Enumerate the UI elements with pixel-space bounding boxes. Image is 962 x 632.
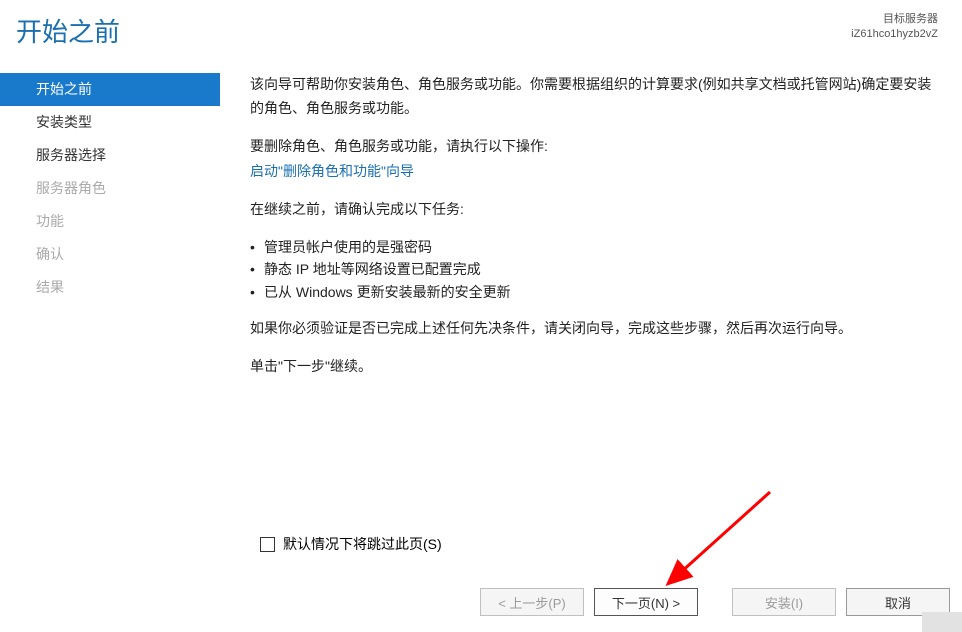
sidebar-item-confirm: 确认 <box>0 238 220 271</box>
skip-page-label: 默认情况下将跳过此页(S) <box>283 534 442 554</box>
intro-text: 该向导可帮助你安装角色、角色服务或功能。你需要根据组织的计算要求(例如共享文档或… <box>250 73 934 121</box>
previous-button: < 上一步(P) <box>480 588 584 616</box>
sidebar-item-server-roles: 服务器角色 <box>0 172 220 205</box>
prereq-list: 管理员帐户使用的是强密码 静态 IP 地址等网络设置已配置完成 已从 Windo… <box>250 236 934 303</box>
wizard-footer: < 上一步(P) 下一页(N) > 安装(I) 取消 <box>480 588 950 616</box>
next-button[interactable]: 下一页(N) > <box>594 588 698 616</box>
server-info: 目标服务器 iZ61hco1hyzb2vZ <box>851 12 938 43</box>
sidebar-item-results: 结果 <box>0 271 220 304</box>
server-label: 目标服务器 <box>851 12 938 27</box>
content-area: 该向导可帮助你安装角色、角色服务或功能。你需要根据组织的计算要求(例如共享文档或… <box>220 67 962 393</box>
page-title: 开始之前 <box>16 12 120 49</box>
before-continue: 在继续之前，请确认完成以下任务: <box>250 198 934 222</box>
sidebar-item-server-selection[interactable]: 服务器选择 <box>0 139 220 172</box>
server-name: iZ61hco1hyzb2vZ <box>851 27 938 42</box>
skip-page-checkbox[interactable] <box>260 537 275 552</box>
annotation-arrow <box>640 482 790 602</box>
verify-note: 如果你必须验证是否已完成上述任何先决条件，请关闭向导，完成这些步骤，然后再次运行… <box>250 317 934 341</box>
remove-prompt: 要删除角色、角色服务或功能，请执行以下操作: <box>250 135 934 159</box>
prereq-item: 静态 IP 地址等网络设置已配置完成 <box>250 258 934 280</box>
sidebar-item-install-type[interactable]: 安装类型 <box>0 106 220 139</box>
prereq-item: 管理员帐户使用的是强密码 <box>250 236 934 258</box>
sidebar-item-before-begin[interactable]: 开始之前 <box>0 73 220 106</box>
sidebar-item-features: 功能 <box>0 205 220 238</box>
install-button: 安装(I) <box>732 588 836 616</box>
remove-roles-link[interactable]: 启动"删除角色和功能"向导 <box>250 163 414 179</box>
wizard-sidebar: 开始之前 安装类型 服务器选择 服务器角色 功能 确认 结果 <box>0 67 220 393</box>
click-next-text: 单击"下一步"继续。 <box>250 355 934 379</box>
prereq-item: 已从 Windows 更新安装最新的安全更新 <box>250 281 934 303</box>
decorative-shadow <box>922 612 962 632</box>
